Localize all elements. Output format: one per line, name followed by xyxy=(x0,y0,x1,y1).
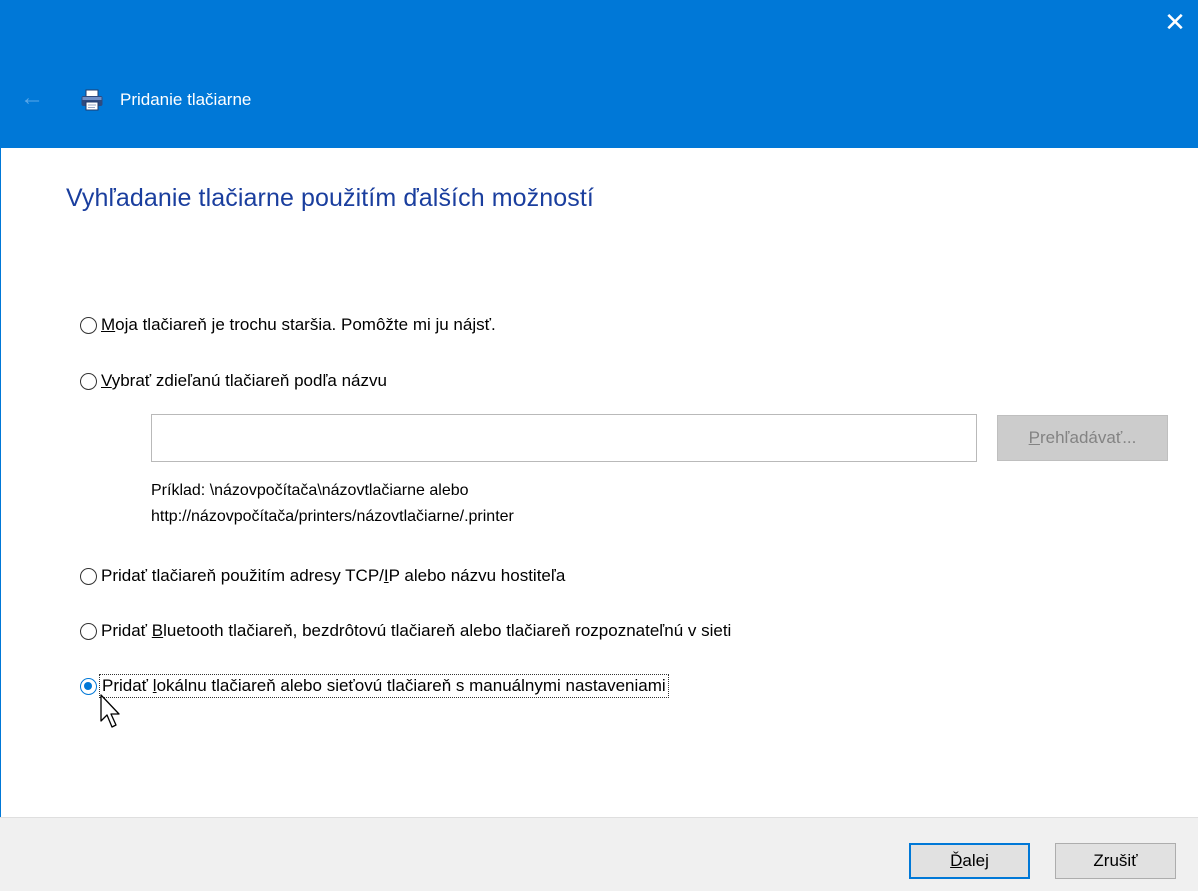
option-label[interactable]: Vybrať zdieľanú tlačiareň podľa názvu xyxy=(101,371,387,391)
radio-shared-by-name[interactable] xyxy=(80,372,97,390)
back-arrow-icon: ← xyxy=(20,84,44,111)
page-heading: Vyhľadanie tlačiarne použitím ďalších mo… xyxy=(66,184,594,212)
option-label[interactable]: Pridať lokálnu tlačiareň alebo sieťovú t… xyxy=(99,674,669,698)
example-text-line1: Príklad: \názovpočítača\názovtlačiarne a… xyxy=(151,482,469,499)
radio-tcpip[interactable] xyxy=(80,567,97,585)
back-button[interactable]: ← xyxy=(20,86,50,110)
next-button[interactable]: Ďalej xyxy=(909,843,1030,879)
radio-local-manual[interactable] xyxy=(80,677,97,695)
title-bar: ✕ ← Pridanie tlačiarne xyxy=(0,0,1198,148)
example-text-line2: http://názovpočítača/printers/názovtlači… xyxy=(151,508,514,525)
radio-older-printer[interactable] xyxy=(80,316,97,334)
radio-bluetooth-wireless[interactable] xyxy=(80,622,97,640)
option-local-manual[interactable]: Pridať lokálnu tlačiareň alebo sieťovú t… xyxy=(80,674,669,698)
shared-printer-name-input[interactable] xyxy=(151,414,977,462)
window-border xyxy=(0,148,1,890)
close-icon: ✕ xyxy=(1164,7,1186,37)
option-label[interactable]: Pridať Bluetooth tlačiareň, bezdrôtovú t… xyxy=(101,621,731,641)
printer-icon xyxy=(81,89,103,111)
option-bluetooth-wireless[interactable]: Pridať Bluetooth tlačiareň, bezdrôtovú t… xyxy=(80,621,731,641)
browse-button[interactable]: Prehľadávať... xyxy=(997,415,1168,461)
cancel-button[interactable]: Zrušiť xyxy=(1055,843,1176,879)
mouse-pointer-icon xyxy=(100,694,120,728)
option-label[interactable]: Moja tlačiareň je trochu staršia. Pomôžt… xyxy=(101,315,496,335)
window-title: Pridanie tlačiarne xyxy=(120,90,252,109)
close-button[interactable]: ✕ xyxy=(1152,0,1198,46)
option-shared-by-name[interactable]: Vybrať zdieľanú tlačiareň podľa názvu xyxy=(80,371,387,391)
option-older-printer[interactable]: Moja tlačiareň je trochu staršia. Pomôžt… xyxy=(80,315,496,335)
option-label[interactable]: Pridať tlačiareň použitím adresy TCP/IP … xyxy=(101,566,565,586)
option-tcpip[interactable]: Pridať tlačiareň použitím adresy TCP/IP … xyxy=(80,566,565,586)
